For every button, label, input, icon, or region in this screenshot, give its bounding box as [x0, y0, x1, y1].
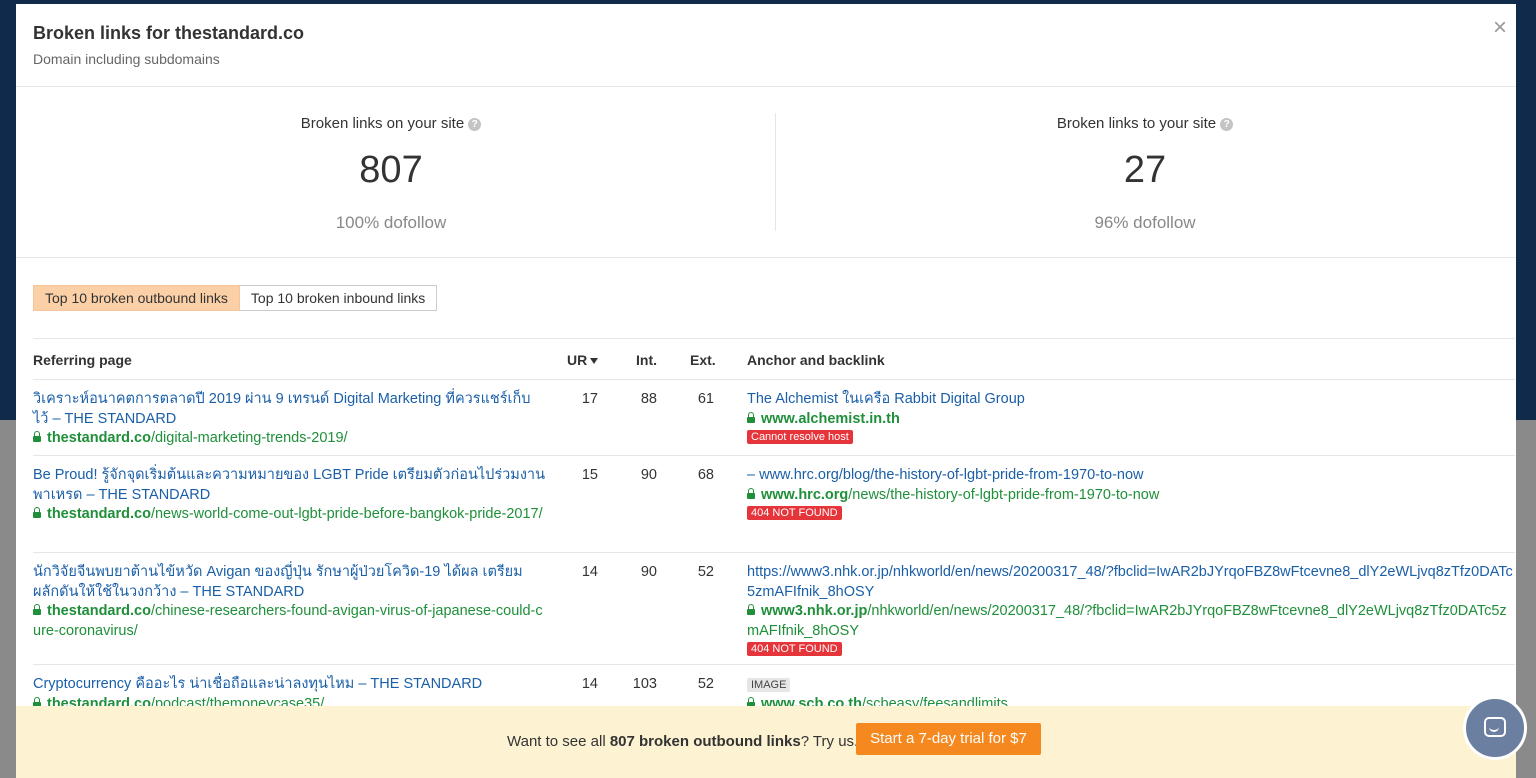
referring-page-cell: Be Proud! รู้จักจุดเริ่มต้นและความหมายขอ… — [33, 466, 545, 525]
col-anchor-backlink: Anchor and backlink — [747, 352, 885, 368]
url-domain: www.alchemist.in.th — [761, 410, 900, 427]
stats-panel: Broken links on your site? 807 100% dofo… — [16, 87, 1516, 258]
lock-icon — [33, 604, 41, 615]
url-path: /digital-marketing-trends-2019/ — [150, 430, 348, 446]
image-badge: IMAGE — [747, 678, 791, 692]
promo-text: Want to see all 807 broken outbound link… — [507, 733, 858, 750]
modal-title: Broken links for thestandard.co — [33, 23, 305, 43]
col-ur-label: UR — [567, 352, 588, 368]
referring-page-cell: วิเคราะห์อนาคตการตลาดปี 2019 ผ่าน 9 เทรน… — [33, 390, 545, 449]
ext-value: 52 — [697, 676, 714, 692]
table-row: นักวิจัยจีนพบยาต้านไข้หวัด Avigan ของญี่… — [33, 553, 1515, 665]
start-trial-button[interactable]: Start a 7-day trial for $7 — [856, 723, 1041, 755]
anchor-backlink-cell: The Alchemist ในเครือ Rabbit Digital Gro… — [747, 390, 1516, 449]
outbound-stat-value: 807 — [359, 149, 423, 191]
col-ur[interactable]: UR — [567, 352, 599, 368]
promo-count: 807 broken outbound links — [609, 733, 801, 750]
upgrade-promo-bar: Want to see all 807 broken outbound link… — [16, 706, 1516, 778]
lock-icon — [33, 431, 41, 442]
url-domain: www3.nhk.or.jp — [761, 603, 868, 619]
ext-value: 68 — [697, 467, 714, 483]
ur-value: 14 — [581, 564, 598, 580]
ur-value: 17 — [581, 391, 598, 407]
int-value: 88 — [640, 391, 657, 407]
referring-page-link[interactable]: วิเคราะห์อนาคตการตลาดปี 2019 ผ่าน 9 เทรน… — [33, 390, 545, 429]
url-domain: www.hrc.org — [761, 486, 849, 503]
url-domain: thestandard.co — [47, 430, 151, 446]
chat-launcher-button[interactable] — [1463, 696, 1527, 760]
backlink-url[interactable]: www3.nhk.or.jp/nhkworld/en/news/20200317… — [747, 602, 1516, 641]
broken-links-modal: Broken links for thestandard.co Domain i… — [16, 4, 1516, 778]
url-domain: thestandard.co — [47, 603, 151, 619]
url-path: /news/the-history-of-lgbt-pride-from-197… — [848, 486, 1160, 503]
help-icon[interactable]: ? — [1220, 118, 1234, 131]
tab-outbound-links[interactable]: Top 10 broken outbound links — [33, 285, 240, 311]
lock-icon — [747, 487, 755, 499]
anchor-backlink-cell: – www.hrc.org/blog/the-history-of-lgbt-p… — [747, 466, 1516, 525]
url-path: /news-world-come-out-lgbt-pride-before-b… — [150, 506, 543, 522]
int-value: 90 — [640, 564, 657, 580]
table-row: Be Proud! รู้จักจุดเริ่มต้นและความหมายขอ… — [33, 456, 1515, 553]
url-domain: thestandard.co — [47, 506, 151, 522]
backlink-url[interactable]: www.alchemist.in.th — [747, 410, 1516, 430]
referring-page-cell: นักวิจัยจีนพบยาต้านไข้หวัด Avigan ของญี่… — [33, 563, 545, 641]
backlink-url[interactable]: www.hrc.org/news/the-history-of-lgbt-pri… — [747, 486, 1516, 506]
referring-page-url[interactable]: thestandard.co/digital-marketing-trends-… — [33, 429, 545, 449]
outbound-stat-label: Broken links on your site — [300, 115, 465, 132]
ext-value: 61 — [697, 391, 714, 407]
col-referring-page: Referring page — [33, 352, 132, 368]
referring-page-url[interactable]: thestandard.co/chinese-researchers-found… — [33, 602, 545, 641]
tab-inbound-links[interactable]: Top 10 broken inbound links — [239, 285, 438, 311]
promo-text-after: ? Try us. — [800, 733, 859, 750]
anchor-backlink-cell: https://www3.nhk.or.jp/nhkworld/en/news/… — [747, 563, 1516, 661]
table-header: Referring page UR Int. Ext. Anchor and b… — [33, 338, 1515, 380]
broken-links-table: Referring page UR Int. Ext. Anchor and b… — [33, 338, 1515, 746]
referring-page-link[interactable]: นักวิจัยจีนพบยาต้านไข้หวัด Avigan ของญี่… — [33, 563, 545, 602]
col-int[interactable]: Int. — [636, 352, 657, 368]
lock-icon — [33, 507, 41, 518]
outbound-stat-dofollow: 100% dofollow — [335, 213, 447, 232]
ur-value: 14 — [581, 676, 598, 692]
outbound-stat: Broken links on your site? 807 100% dofo… — [16, 87, 766, 257]
status-badge: 404 NOT FOUND — [747, 506, 842, 520]
status-badge: 404 NOT FOUND — [747, 642, 842, 656]
anchor-text: The Alchemist ในเครือ Rabbit Digital Gro… — [747, 391, 1025, 407]
ext-value: 52 — [697, 564, 714, 580]
inbound-stat-value: 27 — [1123, 149, 1167, 191]
inbound-stat-label: Broken links to your site — [1056, 115, 1217, 132]
tab-group: Top 10 broken outbound links Top 10 brok… — [33, 285, 438, 311]
lock-icon — [747, 604, 755, 615]
ur-value: 15 — [581, 467, 598, 483]
help-icon[interactable]: ? — [468, 118, 482, 131]
anchor-text: – www.hrc.org/blog/the-history-of-lgbt-p… — [747, 467, 1144, 483]
modal-header: Broken links for thestandard.co Domain i… — [16, 4, 1516, 87]
referring-page-link[interactable]: Cryptocurrency คืออะไร น่าเชื่อถือและน่า… — [33, 675, 545, 695]
referring-page-url[interactable]: thestandard.co/news-world-come-out-lgbt-… — [33, 505, 545, 525]
anchor-text: https://www3.nhk.or.jp/nhkworld/en/news/… — [747, 564, 1513, 600]
close-icon[interactable]: × — [1484, 14, 1516, 42]
sort-desc-icon — [590, 358, 599, 364]
promo-text-before: Want to see all — [507, 733, 610, 750]
modal-subtitle: Domain including subdomains — [33, 51, 220, 67]
int-value: 103 — [632, 676, 657, 692]
int-value: 90 — [640, 467, 657, 483]
referring-page-link[interactable]: Be Proud! รู้จักจุดเริ่มต้นและความหมายขอ… — [33, 466, 545, 505]
table-row: วิเคราะห์อนาคตการตลาดปี 2019 ผ่าน 9 เทรน… — [33, 380, 1515, 456]
lock-icon — [747, 411, 755, 423]
status-badge: Cannot resolve host — [747, 430, 853, 444]
col-ext[interactable]: Ext. — [690, 352, 716, 368]
inbound-stat: Broken links to your site? 27 96% dofoll… — [775, 87, 1515, 257]
chat-icon — [1484, 717, 1506, 737]
inbound-stat-dofollow: 96% dofollow — [1094, 213, 1196, 232]
